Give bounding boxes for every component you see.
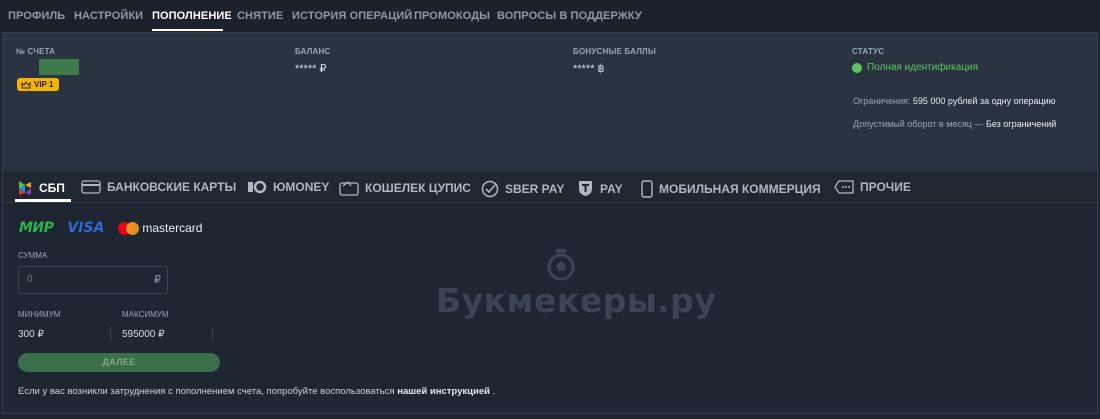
paytab-sbp-label: СБП <box>39 181 65 195</box>
mastercard-orange-circle <box>126 221 140 235</box>
paytab-bank-cards-label: БАНКОВСКИЕ КАРТЫ <box>107 180 237 194</box>
account-number-redacted <box>39 59 79 75</box>
help-text: Если у вас возникли затруднения с пополн… <box>18 386 495 397</box>
instruction-link[interactable]: нашей инструкцией <box>397 386 490 397</box>
paytab-yoomoney[interactable]: ЮMONEY <box>247 180 329 194</box>
minimum-value: 300 ₽ <box>18 329 44 340</box>
mobile-phone-icon <box>641 180 653 198</box>
maximum-label: МАКСИМУМ <box>122 310 169 319</box>
amount-currency: ₽ <box>154 274 161 286</box>
minimum-label: МИНИМУМ <box>18 310 61 319</box>
top-navigation: ПРОФИЛЬ НАСТРОЙКИ ПОПОЛНЕНИЕ СНЯТИЕ ИСТО… <box>0 0 1100 32</box>
operation-limit-value: 595 000 рублей за одну операцию <box>912 96 1056 106</box>
help-text-tail: . <box>492 386 496 397</box>
bonus-label: БОНУСНЫЕ БАЛЛЫ <box>573 47 656 56</box>
paytab-sberpay-label: SBER PAY <box>505 182 565 196</box>
help-text-body: Если у вас возникли затруднения с пополн… <box>18 386 395 397</box>
deposit-form: МИР VISA mastercard Букмекеры.ру СУММА ₽… <box>2 202 1098 414</box>
tab-support[interactable]: ВОПРОСЫ В ПОДДЕРЖКУ <box>497 10 642 22</box>
bank-card-icon <box>81 180 101 194</box>
paytab-other[interactable]: ПРОЧИЕ <box>834 180 911 194</box>
balance-label: БАЛАНС <box>295 47 331 56</box>
operation-limit: Ограничения: 595 000 рублей за одну опер… <box>853 96 1055 106</box>
mastercard-logo: mastercard <box>118 221 202 235</box>
sberpay-icon <box>481 180 499 198</box>
mir-logo: МИР <box>19 220 54 236</box>
amount-field[interactable]: ₽ <box>18 266 168 294</box>
paytab-sbp[interactable]: СБП <box>17 180 65 196</box>
paytab-yoomoney-label: ЮMONEY <box>273 180 330 194</box>
yoomoney-icon <box>248 180 267 194</box>
tab-promocodes[interactable]: ПРОМОКОДЫ <box>414 10 490 22</box>
status-text: Полная идентификация <box>867 62 979 73</box>
account-number-label: № СЧЕТА <box>16 47 56 56</box>
maximum-value: 595000 ₽ <box>122 329 165 340</box>
crown-icon <box>21 80 31 88</box>
tab-deposit[interactable]: ПОПОЛНЕНИЕ <box>152 10 232 22</box>
amount-label: СУММА <box>18 251 48 260</box>
monthly-turnover-value: Без ограничений <box>985 119 1057 129</box>
other-icon <box>834 180 854 194</box>
next-button[interactable]: ДАЛЕЕ <box>18 353 220 372</box>
tab-profile[interactable]: ПРОФИЛЬ <box>8 10 65 22</box>
paytab-sberpay[interactable]: SBER PAY <box>481 180 564 198</box>
account-panel: № СЧЕТА VIP 1 БАЛАНС ***** ₽ БОНУСНЫЕ БА… <box>2 32 1098 172</box>
vip-badge-label: VIP 1 <box>34 80 54 89</box>
balance-value: ***** ₽ <box>295 63 327 75</box>
paytab-bank-cards[interactable]: БАНКОВСКИЕ КАРТЫ <box>81 180 236 194</box>
paytab-other-label: ПРОЧИЕ <box>860 180 911 194</box>
wallet-icon <box>339 181 359 196</box>
active-tab-underline <box>152 29 223 31</box>
tab-settings[interactable]: НАСТРОЙКИ <box>74 10 143 22</box>
operation-limit-label: Ограничения: <box>853 96 911 106</box>
divider <box>110 327 111 341</box>
smile-icon <box>852 62 862 73</box>
card-logos: МИР VISA mastercard <box>19 219 202 237</box>
status-value: Полная идентификация <box>852 62 978 73</box>
amount-input[interactable] <box>27 274 137 285</box>
t-pay-icon <box>579 181 592 196</box>
visa-logo: VISA <box>67 220 105 236</box>
paytab-mobile-commerce-label: МОБИЛЬНАЯ КОММЕРЦИЯ <box>659 182 821 196</box>
watermark-text: Букмекеры.ру <box>436 281 717 320</box>
tab-withdraw[interactable]: СНЯТИЕ <box>237 10 283 22</box>
paytab-mobile-commerce[interactable]: МОБИЛЬНАЯ КОММЕРЦИЯ <box>641 180 821 198</box>
mastercard-logo-text: mastercard <box>142 221 203 235</box>
paytab-tsupis-wallet[interactable]: КОШЕЛЕК ЦУПИС <box>339 180 471 196</box>
paytab-tsupis-wallet-label: КОШЕЛЕК ЦУПИС <box>365 181 471 195</box>
status-label: СТАТУС <box>852 47 885 56</box>
paytab-t-pay[interactable]: PAY <box>577 180 623 197</box>
paytab-t-pay-label: PAY <box>600 181 623 196</box>
tab-history[interactable]: ИСТОРИЯ ОПЕРАЦИЙ <box>292 10 412 22</box>
watermark-ball-icon <box>547 249 575 281</box>
monthly-turnover-label: Допустимый оборот в месяц — <box>853 119 984 129</box>
bonus-value: ***** ฿ <box>573 63 605 75</box>
payment-method-tabs: СБП БАНКОВСКИЕ КАРТЫ ЮMONEY КОШЕЛЕК ЦУПИ… <box>2 172 1098 202</box>
divider <box>212 327 213 341</box>
sbp-icon <box>19 181 31 195</box>
monthly-turnover: Допустимый оборот в месяц — Без ограниче… <box>853 119 1056 129</box>
vip-badge: VIP 1 <box>17 78 60 91</box>
